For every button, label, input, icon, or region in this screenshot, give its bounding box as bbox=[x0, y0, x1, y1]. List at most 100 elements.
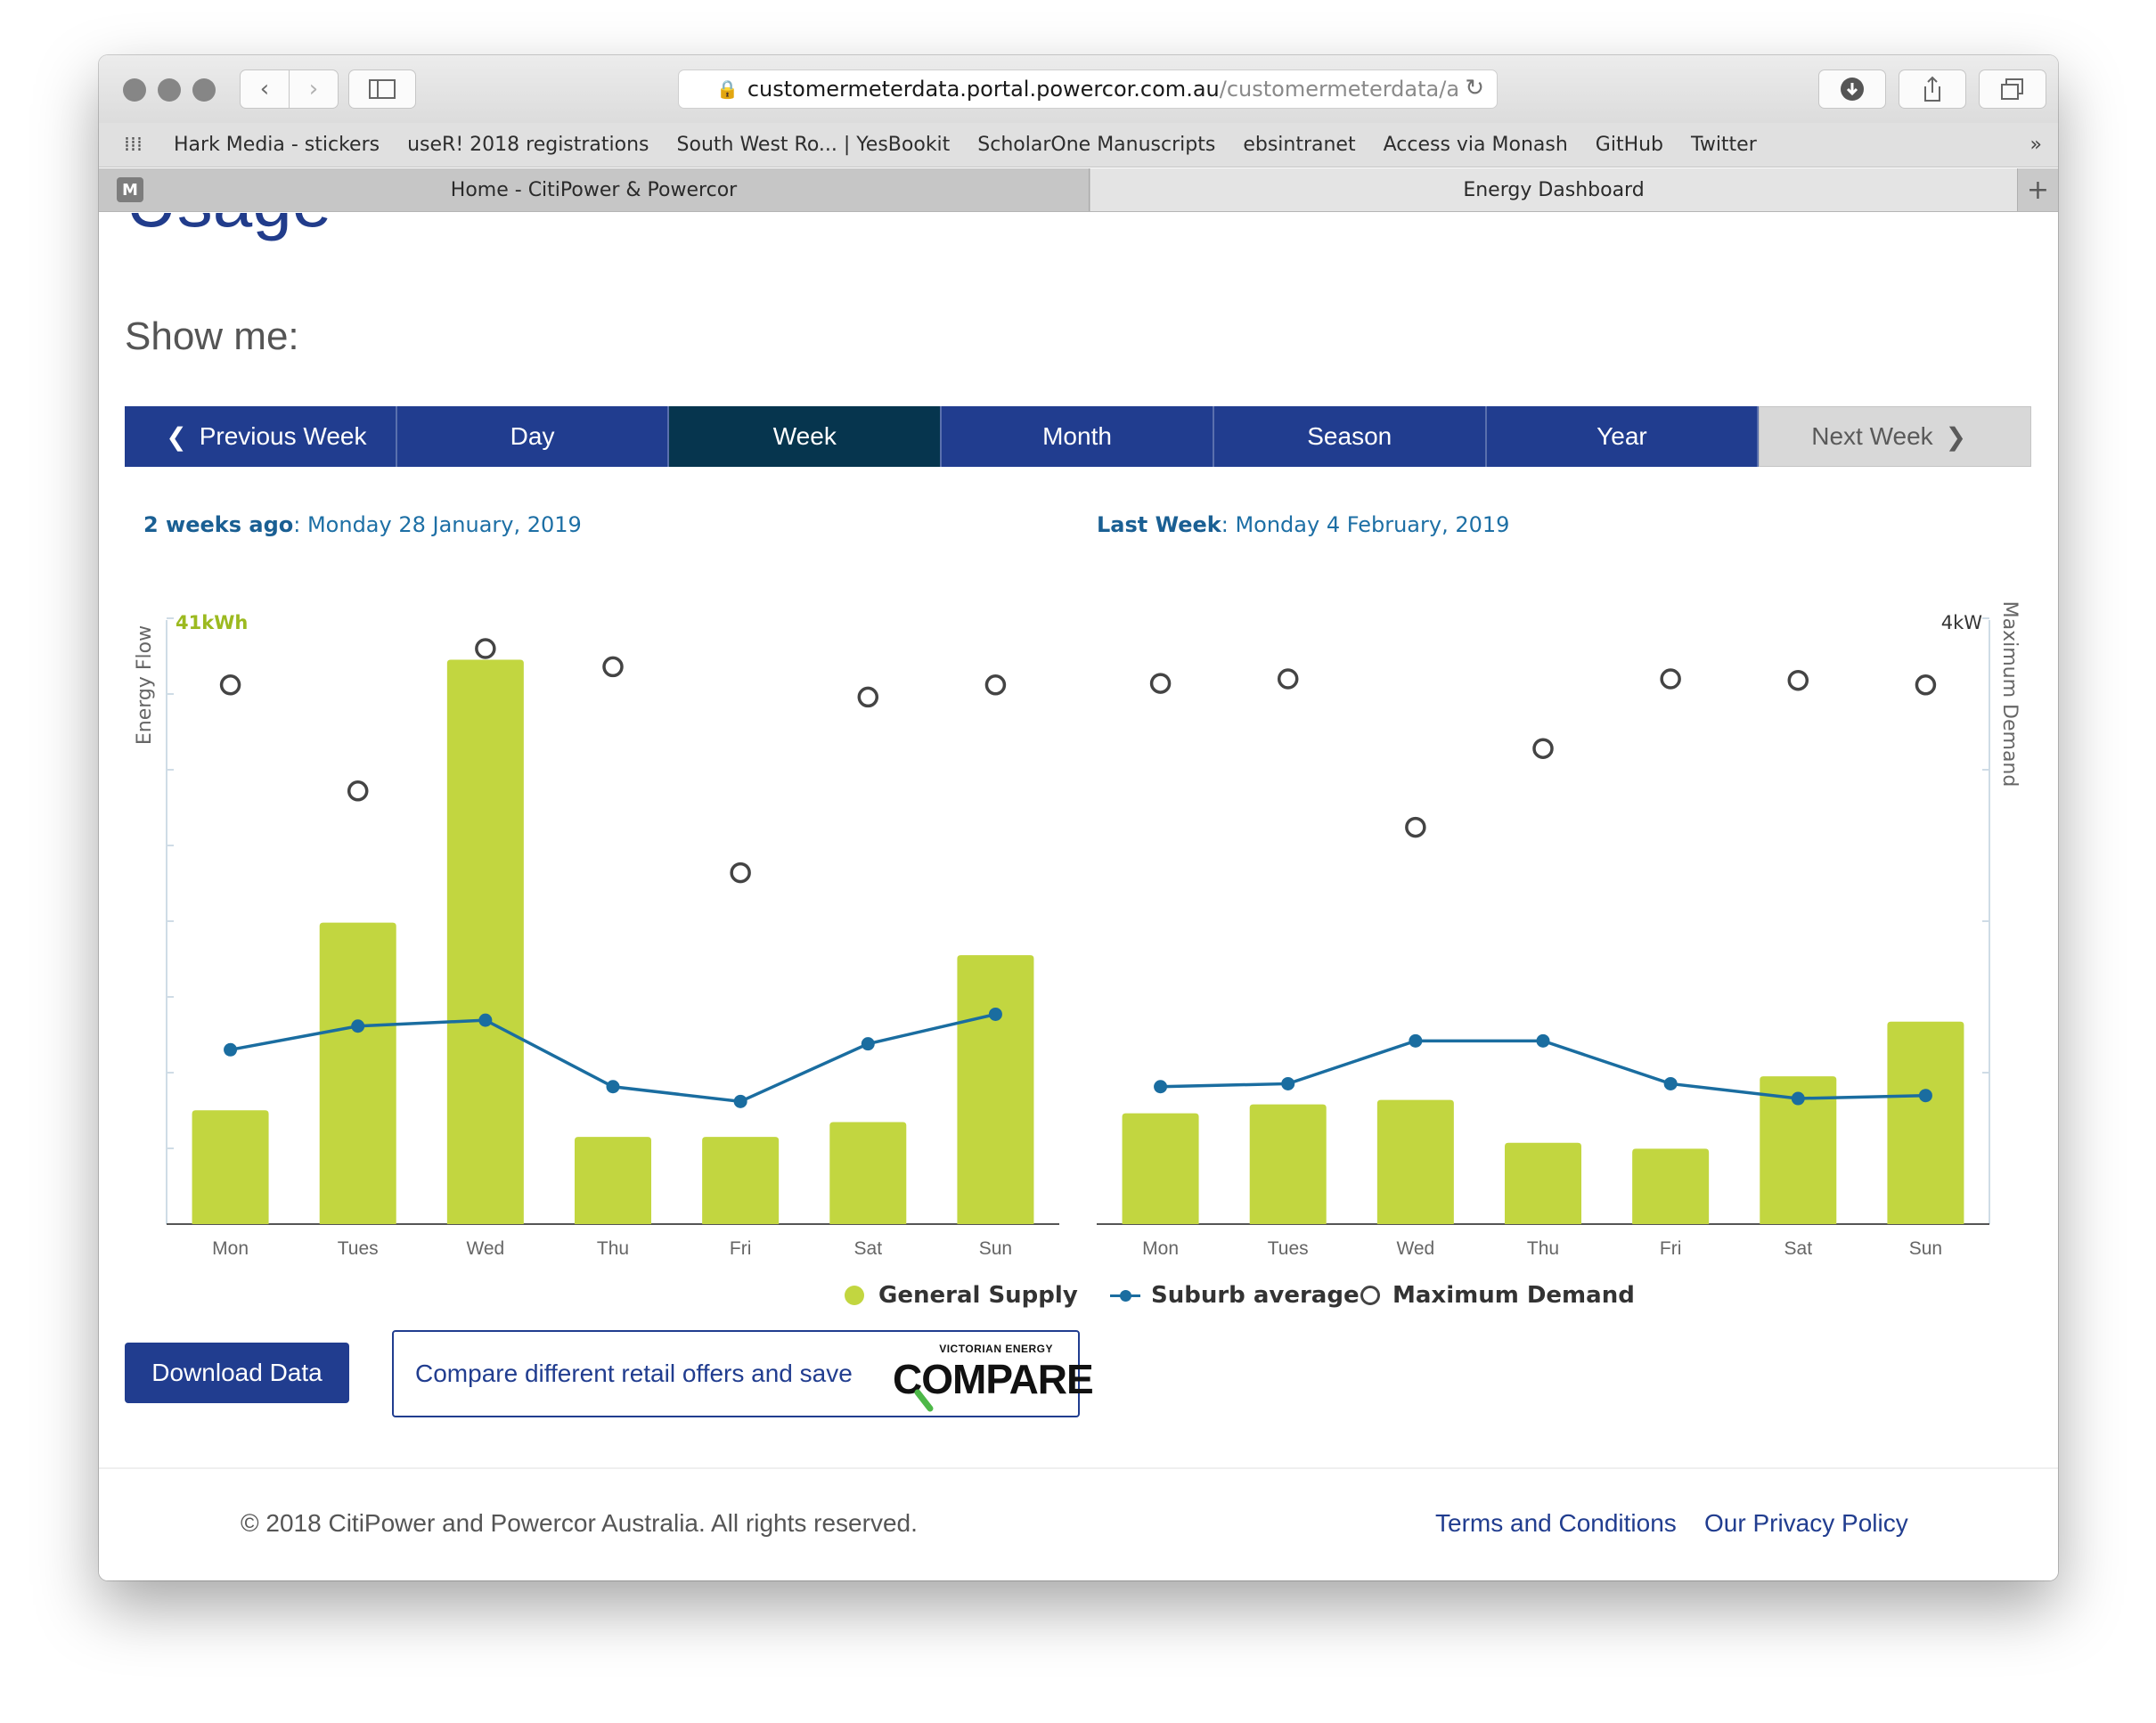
general-supply-bar bbox=[1887, 1021, 1964, 1224]
suburb-average-point bbox=[1281, 1076, 1295, 1090]
victorian-energy-compare-logo: VICTORIAN ENERGY COMPARE bbox=[893, 1339, 1094, 1412]
forward-button[interactable]: › bbox=[289, 69, 339, 109]
chevron-left-icon: ‹ bbox=[259, 76, 270, 102]
back-button[interactable]: ‹ bbox=[240, 69, 290, 109]
bookmark-item[interactable]: GitHub bbox=[1596, 134, 1663, 156]
x-axis-label: Tues bbox=[338, 1238, 379, 1259]
footer-divider bbox=[99, 1467, 2058, 1469]
y-axis-title: Energy Flow bbox=[134, 625, 156, 745]
x-axis-label: Sat bbox=[854, 1238, 883, 1259]
maximum-demand-point bbox=[1532, 738, 1554, 759]
lock-icon: 🔒 bbox=[715, 78, 739, 100]
suburb-average-point bbox=[1918, 1089, 1932, 1103]
x-axis-label: Fri bbox=[730, 1238, 752, 1259]
sidebar-icon bbox=[369, 79, 396, 99]
legend-maximum-demand[interactable]: Maximum Demand bbox=[1360, 1282, 1635, 1309]
maximum-demand-point bbox=[730, 862, 751, 884]
suburb-average-point bbox=[1791, 1091, 1805, 1106]
suburb-average-point bbox=[988, 1007, 1002, 1021]
maximum-demand-point bbox=[475, 638, 496, 659]
y-axis-max-label: 4kW bbox=[1941, 612, 1983, 633]
general-supply-bar bbox=[829, 1122, 907, 1224]
browser-window: ‹ › 🔒 customermeterdata.portal.powercor.… bbox=[99, 55, 2058, 1580]
general-supply-bar bbox=[575, 1137, 651, 1224]
suburb-average-point bbox=[733, 1094, 747, 1108]
bookmark-item[interactable]: South West Ro... | YesBookit bbox=[677, 134, 951, 156]
bookmark-item[interactable]: Hark Media - stickers bbox=[174, 134, 380, 156]
download-icon bbox=[1841, 78, 1864, 101]
sidebar-toggle-button[interactable] bbox=[348, 69, 416, 109]
tab-energy-dashboard[interactable]: Energy Dashboard bbox=[1090, 168, 2017, 211]
general-supply-bar bbox=[957, 955, 1034, 1224]
minimize-window-button[interactable] bbox=[158, 78, 181, 102]
maximum-demand-point bbox=[1277, 668, 1299, 690]
maximum-demand-point bbox=[602, 656, 624, 678]
tab-title: Home - CitiPower & Powercor bbox=[450, 178, 738, 201]
suburb-average-point bbox=[351, 1019, 365, 1033]
legend-suburb-average[interactable]: Suburb average bbox=[1110, 1282, 1360, 1309]
x-axis-label: Tues bbox=[1268, 1238, 1309, 1259]
legend-general-supply[interactable]: General Supply bbox=[845, 1282, 1078, 1309]
address-bar[interactable]: 🔒 customermeterdata.portal.powercor.com.… bbox=[678, 69, 1498, 109]
url-host: customermeterdata.portal.powercor.com.au bbox=[747, 77, 1220, 102]
compare-text: Compare different retail offers and save bbox=[415, 1360, 853, 1387]
suburb-average-point bbox=[1409, 1033, 1423, 1048]
zoom-window-button[interactable] bbox=[192, 78, 216, 102]
tabs-overview-button[interactable] bbox=[1979, 69, 2046, 109]
legend-label: Suburb average bbox=[1151, 1282, 1360, 1309]
bookmark-item[interactable]: ebsintranet bbox=[1243, 134, 1355, 156]
legend-label: General Supply bbox=[878, 1282, 1078, 1309]
bookmark-item[interactable]: Twitter bbox=[1691, 134, 1757, 156]
suburb-average-point bbox=[606, 1080, 620, 1094]
x-axis-label: Sun bbox=[979, 1238, 1012, 1259]
tab-favicon: M bbox=[117, 177, 143, 202]
tabs-icon bbox=[2001, 78, 2023, 100]
general-supply-bar bbox=[319, 922, 396, 1224]
suburb-average-point bbox=[1154, 1080, 1168, 1094]
general-supply-bar bbox=[702, 1137, 780, 1224]
general-supply-bar bbox=[1249, 1104, 1327, 1224]
download-data-button[interactable]: Download Data bbox=[125, 1343, 349, 1403]
downloads-button[interactable] bbox=[1818, 69, 1886, 109]
suburb-average-point bbox=[1663, 1076, 1678, 1090]
x-axis-label: Sun bbox=[1909, 1238, 1942, 1259]
x-axis-label: Thu bbox=[1527, 1238, 1559, 1259]
bookmarks-overflow-icon[interactable]: » bbox=[2030, 134, 2042, 156]
maximum-demand-point bbox=[1149, 673, 1172, 694]
x-axis-label: Mon bbox=[1142, 1238, 1179, 1259]
general-supply-bar bbox=[192, 1110, 269, 1224]
reload-icon[interactable]: ↻ bbox=[1465, 75, 1484, 102]
maximum-demand-point bbox=[1405, 816, 1426, 838]
usage-charts: 41kWh Energy Flow Mon Tues Wed Thu Fri Sat Sun 4k… bbox=[134, 601, 2021, 1259]
compare-offers-banner[interactable]: Compare different retail offers and save… bbox=[392, 1330, 1094, 1417]
tab-bar: M Home - CitiPower & Powercor Energy Das… bbox=[99, 168, 2058, 212]
x-axis-label: Fri bbox=[1660, 1238, 1682, 1259]
x-axis-label: Sat bbox=[1784, 1238, 1813, 1259]
x-axis-label: Mon bbox=[212, 1238, 249, 1259]
bookmark-item[interactable]: useR! 2018 registrations bbox=[407, 134, 649, 156]
general-supply-bar bbox=[1632, 1148, 1710, 1224]
y-axis-max-label: 41kWh bbox=[176, 612, 248, 633]
legend-swatch-green bbox=[845, 1286, 864, 1305]
tab-home[interactable]: M Home - CitiPower & Powercor bbox=[99, 168, 1090, 211]
tab-title: Energy Dashboard bbox=[1463, 178, 1645, 201]
url-path: /customermeterdata/a bbox=[1219, 77, 1460, 102]
plus-icon: + bbox=[2026, 174, 2050, 206]
apps-grid-icon[interactable]: ⁞⁞⁞ bbox=[124, 134, 149, 156]
x-axis-label: Thu bbox=[597, 1238, 629, 1259]
suburb-average-point bbox=[861, 1037, 875, 1051]
bookmark-item[interactable]: ScholarOne Manuscripts bbox=[977, 134, 1215, 156]
maximum-demand-point bbox=[347, 780, 369, 802]
new-tab-button[interactable]: + bbox=[2017, 168, 2058, 211]
maximum-demand-point bbox=[857, 686, 879, 708]
suburb-average-point bbox=[478, 1013, 493, 1027]
bookmark-item[interactable]: Access via Monash bbox=[1384, 134, 1568, 156]
close-window-button[interactable] bbox=[123, 78, 146, 102]
legend-label: Maximum Demand bbox=[1392, 1282, 1635, 1309]
suburb-average-point bbox=[1536, 1033, 1550, 1048]
share-icon bbox=[1924, 76, 1940, 102]
privacy-link[interactable]: Our Privacy Policy bbox=[1704, 1509, 1908, 1538]
general-supply-bar bbox=[1505, 1142, 1581, 1224]
share-button[interactable] bbox=[1899, 69, 1966, 109]
terms-link[interactable]: Terms and Conditions bbox=[1435, 1509, 1677, 1538]
